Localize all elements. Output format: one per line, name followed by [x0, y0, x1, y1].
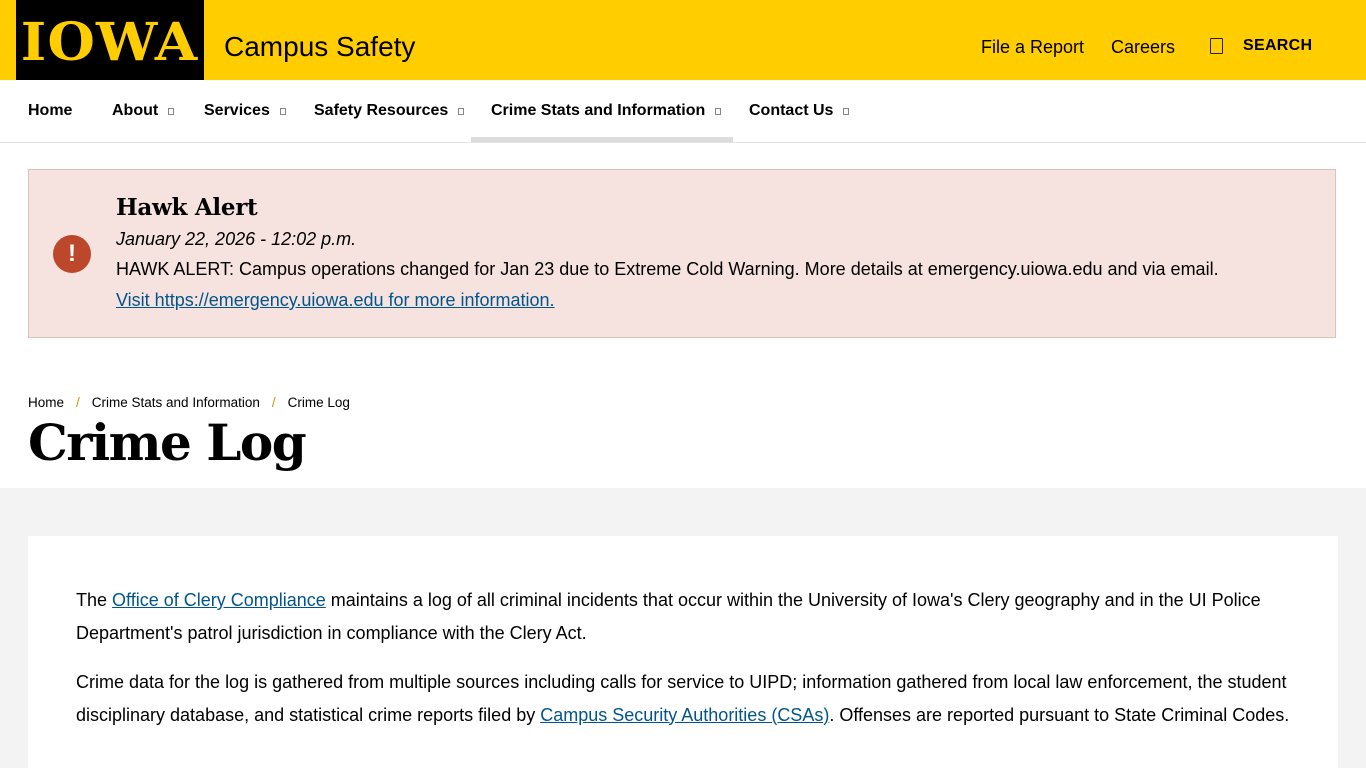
breadcrumb: Home / Crime Stats and Information / Cri…: [28, 395, 350, 410]
nav-item-crime-stats[interactable]: Crime Stats and Information: [470, 80, 734, 142]
nav-item-label: Home: [28, 102, 73, 119]
nav-item-label: Safety Resources: [314, 102, 449, 119]
alert-icon: !: [53, 235, 91, 273]
nav-item-safety-resources[interactable]: Safety Resources: [314, 80, 465, 142]
dropdown-icon[interactable]: [168, 108, 175, 115]
hawk-alert-banner: ! Hawk Alert January 22, 2026 - 12:02 p.…: [28, 169, 1336, 338]
alert-title: Hawk Alert: [116, 194, 258, 221]
nav-item-label: Contact Us: [749, 102, 834, 119]
nav-item-home[interactable]: Home: [28, 80, 72, 142]
alert-message: HAWK ALERT: Campus operations changed fo…: [116, 259, 1219, 279]
nav-item-label: Services: [204, 102, 270, 119]
search-label: SEARCH: [1243, 37, 1313, 54]
csa-link[interactable]: Campus Security Authorities (CSAs): [540, 705, 829, 725]
nav-item-about[interactable]: About: [112, 80, 175, 142]
site-header: IOWA Campus Safety File a Report Careers…: [0, 0, 1366, 90]
dropdown-icon[interactable]: [843, 108, 850, 115]
dropdown-icon[interactable]: [715, 108, 722, 115]
nav-item-contact-us[interactable]: Contact Us: [749, 80, 850, 142]
nav-item-services[interactable]: Services: [204, 80, 286, 142]
nav-item-label: About: [112, 102, 159, 119]
alert-date: January 22, 2026 - 12:02 p.m.: [116, 229, 357, 249]
nav-item-label: Crime Stats and Information: [491, 102, 706, 119]
logo-text: IOWA: [21, 12, 199, 73]
search-icon: [1210, 38, 1223, 54]
careers-link[interactable]: Careers: [1111, 36, 1175, 58]
text-segment: . Offenses are reported pursuant to Stat…: [829, 704, 1290, 725]
dropdown-icon[interactable]: [458, 108, 465, 115]
text-segment: The: [76, 590, 113, 610]
site-title[interactable]: Campus Safety: [224, 30, 415, 64]
search-button[interactable]: SEARCH: [1210, 36, 1312, 56]
alert-more-info-link[interactable]: Visit https://emergency.uiowa.edu for mo…: [116, 289, 555, 311]
breadcrumb-crime-stats[interactable]: Crime Stats and Information: [92, 395, 260, 410]
dropdown-icon[interactable]: [279, 108, 286, 115]
main-nav: Home About Services Safety Resources Cri…: [0, 80, 1366, 143]
breadcrumb-separator: /: [76, 395, 80, 410]
iowa-logo[interactable]: IOWA: [16, 0, 204, 90]
content-card: The Office of Clery Compliance maintains…: [28, 536, 1338, 776]
breadcrumb-home[interactable]: Home: [28, 395, 64, 410]
page-title: Crime Log: [28, 413, 307, 472]
clery-compliance-link[interactable]: Office of Clery Compliance: [112, 590, 326, 610]
intro-paragraph: The Office of Clery Compliance maintains…: [76, 584, 1291, 649]
breadcrumb-separator: /: [271, 395, 276, 410]
file-report-link[interactable]: File a Report: [981, 36, 1084, 58]
data-sources-paragraph: Crime data for the log is gathered from …: [76, 666, 1291, 731]
breadcrumb-current: Crime Log: [287, 395, 350, 410]
